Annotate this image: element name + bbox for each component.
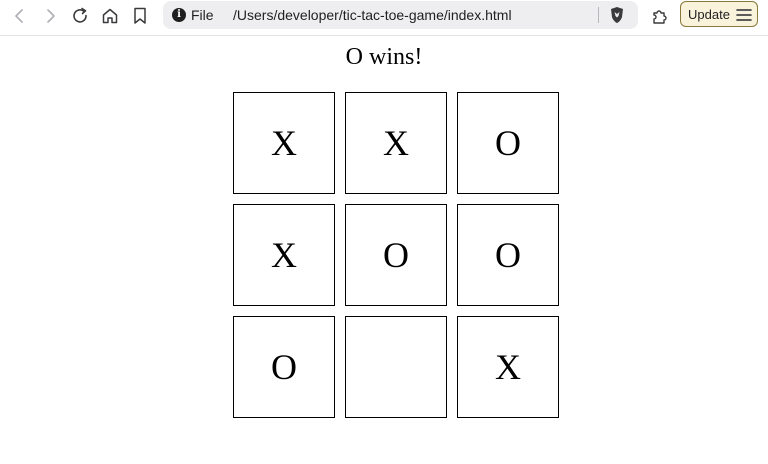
puzzle-icon [653,10,667,24]
board-cell[interactable]: X [457,316,559,418]
tic-tac-toe-board: X X O X O O O X [233,92,559,418]
home-button[interactable] [98,5,122,27]
game-status: O wins! [345,44,423,70]
board-cell[interactable]: X [345,92,447,194]
board-cell[interactable]: X [233,204,335,306]
home-icon [102,8,118,24]
board-cell[interactable]: X [233,92,335,194]
browser-toolbar: i File /Users/developer/tic-tac-toe-game… [0,0,768,36]
board-cell[interactable]: O [233,316,335,418]
board-cell[interactable] [345,316,447,418]
address-bar[interactable]: i File /Users/developer/tic-tac-toe-game… [163,1,638,29]
scheme-label: File [191,7,214,23]
back-button[interactable] [8,5,32,27]
extensions-button[interactable] [648,5,672,27]
info-icon[interactable]: i [172,8,186,22]
reload-button[interactable] [68,5,92,27]
update-button[interactable]: Update [680,1,758,27]
chevron-left-icon [15,9,23,23]
reload-icon [73,7,87,23]
chevron-right-icon [47,9,55,23]
bookmark-button[interactable] [128,5,152,27]
update-label: Update [688,7,730,22]
url-text[interactable]: /Users/developer/tic-tac-toe-game/index.… [233,7,512,23]
brave-shield-icon[interactable] [608,6,626,24]
board-cell[interactable]: O [345,204,447,306]
board-cell[interactable]: O [457,92,559,194]
forward-button[interactable] [38,5,62,27]
board-cell[interactable]: O [457,204,559,306]
hamburger-menu-icon [736,9,752,21]
bookmark-icon [134,7,146,24]
omnibox-divider [598,7,599,23]
